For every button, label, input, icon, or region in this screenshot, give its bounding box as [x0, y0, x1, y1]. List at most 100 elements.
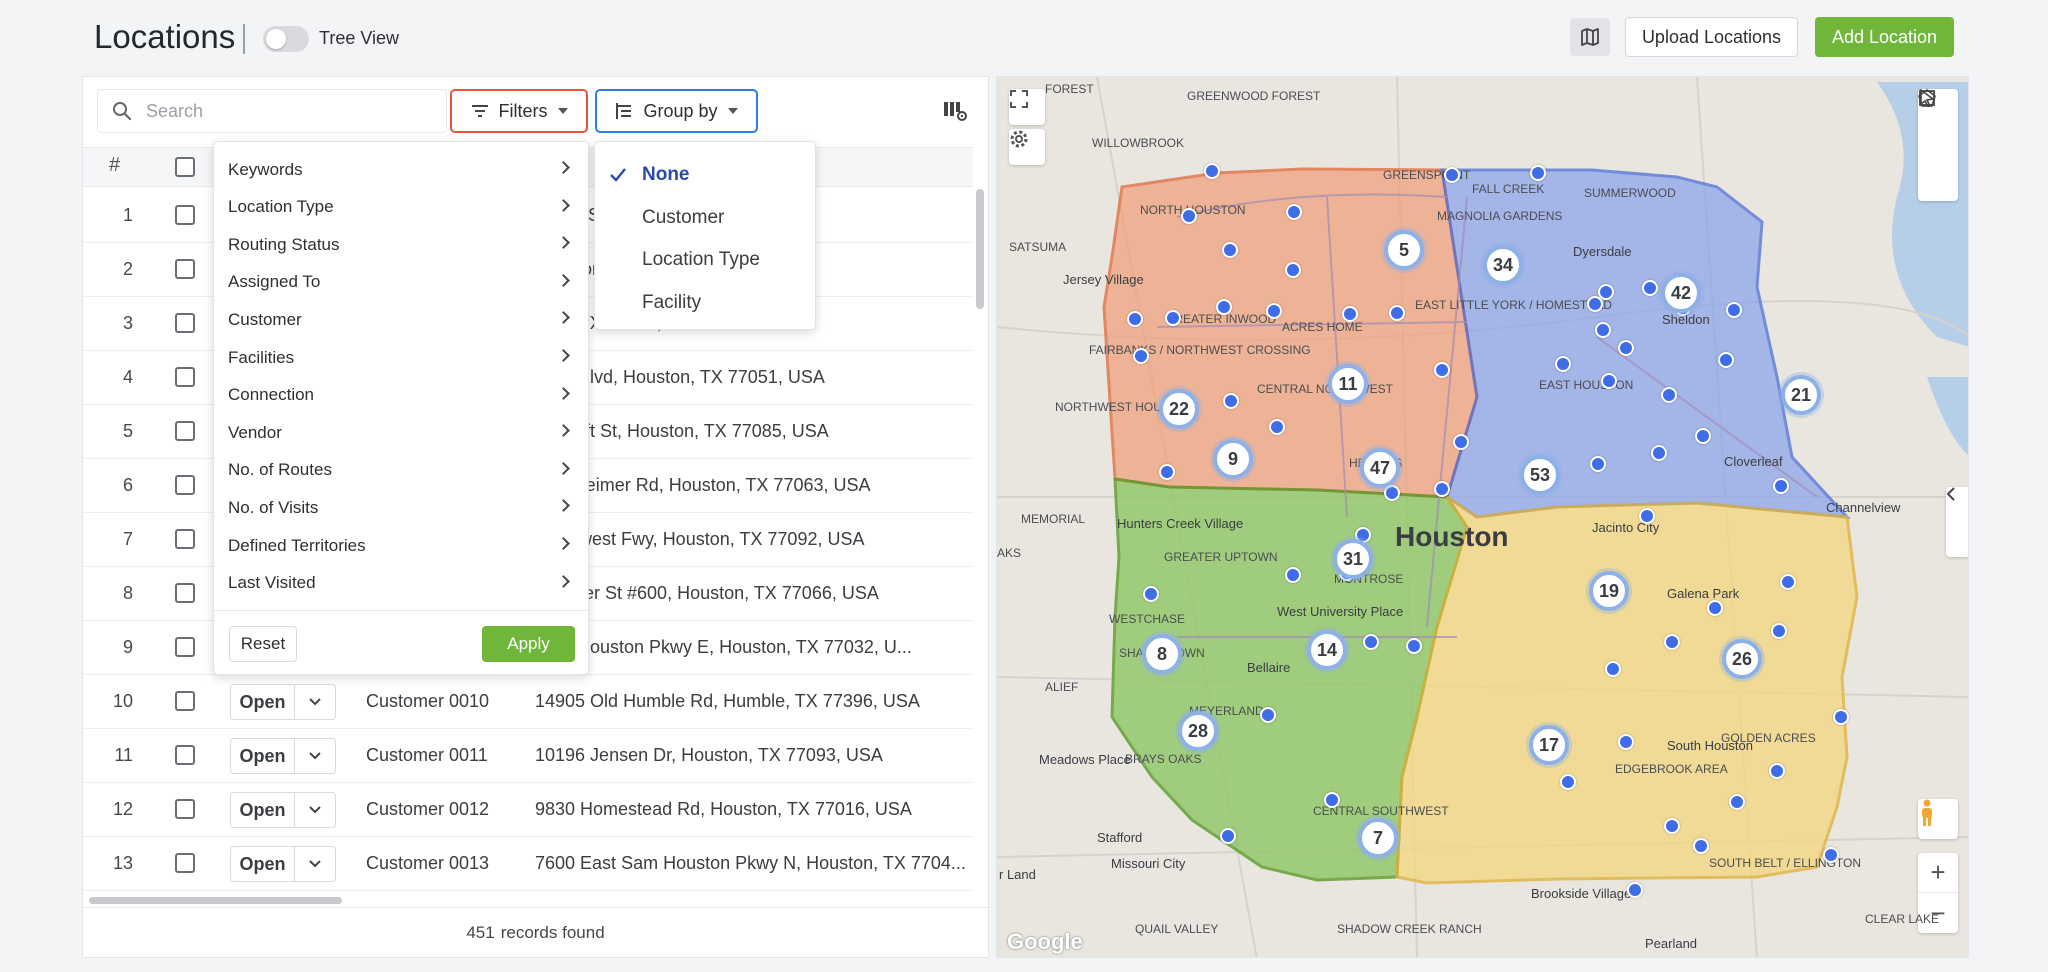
location-pin[interactable] — [1769, 763, 1785, 779]
location-pin[interactable] — [1729, 794, 1745, 810]
location-pin[interactable] — [1595, 322, 1611, 338]
table-row[interactable]: 11 Open Customer 0011 10196 Jensen Dr, Hous… — [83, 729, 973, 783]
location-pin[interactable] — [1726, 302, 1742, 318]
group-by-option[interactable]: Customer — [595, 197, 817, 239]
search-input[interactable] — [146, 100, 426, 122]
status-label[interactable]: Open — [231, 793, 295, 827]
location-cluster[interactable]: 11 — [1328, 364, 1368, 404]
upload-locations-button[interactable]: Upload Locations — [1625, 17, 1798, 57]
location-pin[interactable] — [1143, 586, 1159, 602]
location-pin[interactable] — [1555, 356, 1571, 372]
location-pin[interactable] — [1693, 838, 1709, 854]
row-checkbox[interactable] — [175, 421, 195, 441]
location-pin[interactable] — [1223, 393, 1239, 409]
location-pin[interactable] — [1664, 818, 1680, 834]
filter-item[interactable]: Location Type — [214, 189, 590, 226]
filter-item[interactable]: Facilities — [214, 339, 590, 376]
location-pin[interactable] — [1216, 299, 1232, 315]
select-all-checkbox[interactable] — [175, 157, 195, 177]
location-pin[interactable] — [1444, 167, 1460, 183]
street-view-button[interactable] — [1918, 799, 1958, 839]
location-pin[interactable] — [1384, 485, 1400, 501]
row-checkbox[interactable] — [175, 367, 195, 387]
location-pin[interactable] — [1285, 262, 1301, 278]
row-checkbox[interactable] — [175, 205, 195, 225]
status-dropdown[interactable]: Open — [230, 684, 336, 720]
location-pin[interactable] — [1627, 882, 1643, 898]
row-checkbox[interactable] — [175, 313, 195, 333]
filter-item[interactable]: Defined Territories — [214, 527, 590, 564]
location-pin[interactable] — [1642, 280, 1658, 296]
location-cluster[interactable]: 42 — [1661, 273, 1701, 313]
filter-item[interactable]: Routing Status — [214, 226, 590, 263]
row-checkbox[interactable] — [175, 259, 195, 279]
location-pin[interactable] — [1434, 362, 1450, 378]
row-checkbox[interactable] — [175, 691, 195, 711]
location-cluster[interactable]: 21 — [1781, 375, 1821, 415]
filter-item[interactable]: Assigned To — [214, 264, 590, 301]
location-pin[interactable] — [1618, 340, 1634, 356]
table-row[interactable]: 12 Open Customer 0012 9830 Homestead Rd, Ho… — [83, 783, 973, 837]
filters-button[interactable]: Filters — [450, 89, 588, 133]
location-pin[interactable] — [1618, 734, 1634, 750]
location-pin[interactable] — [1269, 419, 1285, 435]
location-pin[interactable] — [1664, 634, 1680, 650]
chevron-down-icon[interactable] — [295, 739, 335, 773]
status-label[interactable]: Open — [231, 847, 295, 881]
filter-item[interactable]: No. of Routes — [214, 452, 590, 489]
horizontal-scrollbar[interactable] — [89, 897, 342, 904]
filter-item[interactable]: Vendor — [214, 414, 590, 451]
location-pin[interactable] — [1773, 478, 1789, 494]
territory-map[interactable]: + − FOREST GREENWOOD FOREST WILLOWBROOK GRE… — [996, 76, 1969, 958]
location-pin[interactable] — [1324, 792, 1340, 808]
location-pin[interactable] — [1220, 828, 1236, 844]
location-pin[interactable] — [1833, 709, 1849, 725]
group-by-option[interactable]: None — [595, 154, 817, 196]
chevron-down-icon[interactable] — [295, 793, 335, 827]
location-pin[interactable] — [1661, 387, 1677, 403]
location-pin[interactable] — [1165, 310, 1181, 326]
fullscreen-button[interactable] — [1009, 89, 1045, 125]
location-cluster[interactable]: 19 — [1589, 571, 1629, 611]
map-view-button[interactable] — [1570, 18, 1610, 56]
location-cluster[interactable]: 8 — [1142, 634, 1182, 674]
location-pin[interactable] — [1389, 305, 1405, 321]
apply-button[interactable]: Apply — [482, 626, 575, 662]
location-pin[interactable] — [1285, 567, 1301, 583]
location-pin[interactable] — [1266, 303, 1282, 319]
search-box[interactable] — [97, 89, 447, 133]
tree-view-toggle[interactable] — [263, 26, 309, 52]
filter-item[interactable]: No. of Visits — [214, 489, 590, 526]
location-pin[interactable] — [1133, 348, 1149, 364]
location-pin[interactable] — [1222, 242, 1238, 258]
filter-item[interactable]: Connection — [214, 377, 590, 414]
location-pin[interactable] — [1204, 163, 1220, 179]
location-pin[interactable] — [1587, 296, 1603, 312]
location-cluster[interactable]: 9 — [1213, 439, 1253, 479]
location-cluster[interactable]: 22 — [1159, 389, 1199, 429]
reset-button[interactable]: Reset — [229, 626, 297, 662]
location-pin[interactable] — [1651, 445, 1667, 461]
location-cluster[interactable]: 14 — [1307, 630, 1347, 670]
row-checkbox[interactable] — [175, 475, 195, 495]
map-settings-button[interactable] — [1009, 129, 1045, 165]
location-pin[interactable] — [1530, 165, 1546, 181]
location-pin[interactable] — [1601, 373, 1617, 389]
group-by-button[interactable]: Group by — [595, 89, 758, 133]
status-label[interactable]: Open — [231, 685, 295, 719]
filter-item[interactable]: Customer — [214, 301, 590, 338]
filter-item[interactable]: Keywords — [214, 151, 590, 188]
rectangle-icon[interactable] — [1918, 89, 1936, 107]
location-pin[interactable] — [1639, 508, 1655, 524]
chevron-down-icon[interactable] — [295, 847, 335, 881]
column-settings-button[interactable] — [943, 99, 969, 123]
table-row[interactable]: 10 Open Customer 0010 14905 Old Humble Rd, … — [83, 675, 973, 729]
location-cluster[interactable]: 7 — [1358, 818, 1398, 858]
location-pin[interactable] — [1127, 311, 1143, 327]
location-pin[interactable] — [1707, 600, 1723, 616]
group-by-option[interactable]: Facility — [595, 282, 817, 324]
location-pin[interactable] — [1286, 204, 1302, 220]
location-pin[interactable] — [1453, 434, 1469, 450]
location-cluster[interactable]: 26 — [1722, 639, 1762, 679]
status-dropdown[interactable]: Open — [230, 846, 336, 882]
